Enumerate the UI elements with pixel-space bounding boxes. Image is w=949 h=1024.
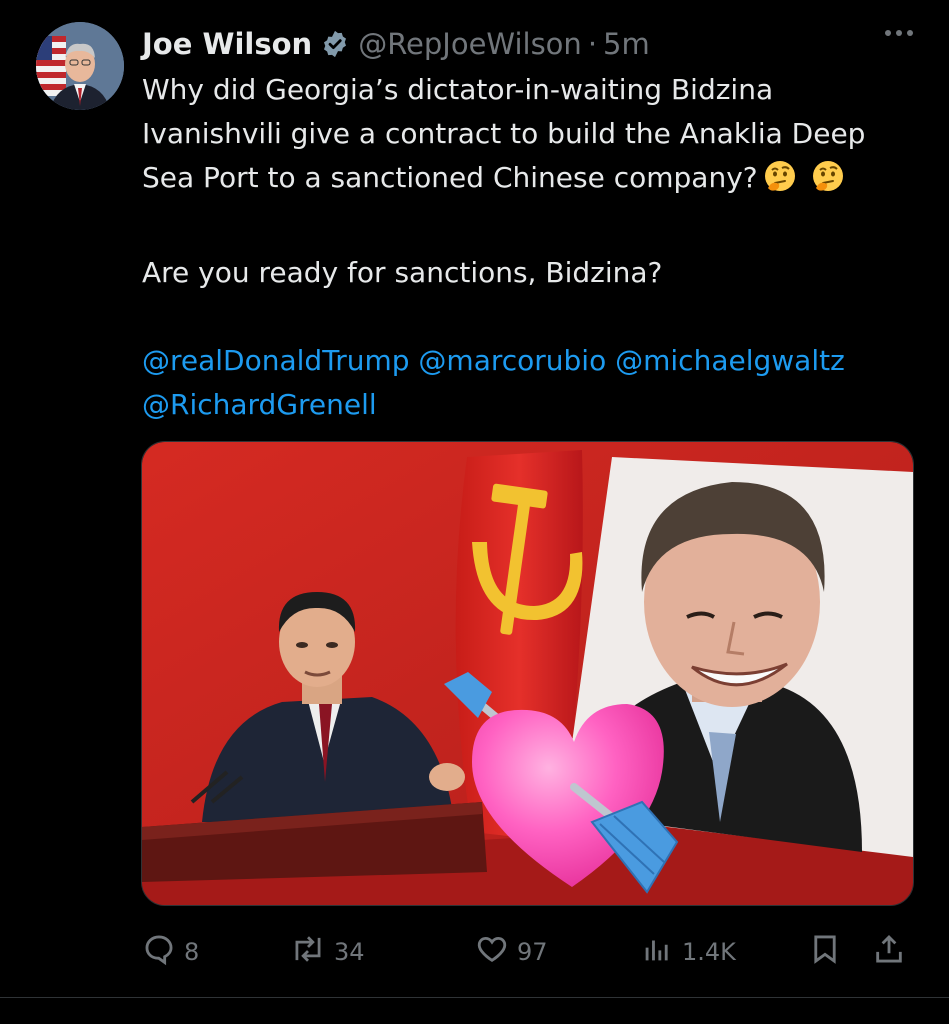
author-handle[interactable]: @RepJoeWilson — [358, 22, 582, 66]
share-button[interactable] — [872, 928, 906, 976]
separator-dot: · — [587, 27, 598, 61]
reply-button[interactable]: 8 — [142, 928, 199, 976]
mention-link[interactable]: @RichardGrenell — [142, 388, 377, 421]
repost-icon — [290, 932, 326, 972]
repost-count: 34 — [334, 938, 365, 966]
thinking-face-icon — [810, 158, 846, 207]
avatar[interactable] — [36, 22, 124, 110]
tweet-paragraph: Why did Georgia’s dictator-in-waiting Bi… — [142, 68, 912, 207]
tweet-paragraph-2: Are you ready for sanctions, Bidzina? — [142, 256, 663, 289]
mention-link[interactable]: @michaelgwaltz — [615, 344, 845, 377]
timestamp[interactable]: 5m — [603, 22, 650, 66]
tweet-media-image[interactable] — [141, 441, 914, 906]
mention-link[interactable]: @marcorubio — [418, 344, 606, 377]
like-count: 97 — [517, 938, 548, 966]
more-options-icon[interactable] — [885, 30, 913, 36]
tweet-header: Joe Wilson @RepJoeWilson · 5m — [142, 22, 650, 66]
repost-button[interactable]: 34 — [290, 928, 365, 976]
tweet-text: Why did Georgia’s dictator-in-waiting Bi… — [142, 68, 912, 427]
share-icon — [872, 932, 906, 972]
tweet[interactable]: Joe Wilson @RepJoeWilson · 5m Why did Ge… — [0, 0, 949, 1024]
analytics-icon — [640, 932, 674, 972]
thinking-face-icon — [762, 158, 798, 207]
mentions: @realDonaldTrump @marcorubio @michaelgwa… — [142, 339, 902, 427]
tweet-line-1: Why did Georgia’s dictator-in-waiting Bi… — [142, 73, 866, 194]
mention-link[interactable]: @realDonaldTrump — [142, 344, 410, 377]
divider — [0, 997, 949, 998]
bookmark-button[interactable] — [808, 928, 842, 976]
like-button[interactable]: 97 — [475, 928, 548, 976]
reply-icon — [142, 932, 176, 972]
heart-icon — [475, 932, 509, 972]
views-button[interactable]: 1.4K — [640, 928, 736, 976]
verified-badge-icon — [320, 29, 350, 59]
views-count: 1.4K — [682, 938, 736, 966]
action-bar: 8 34 97 1.4K — [142, 928, 912, 976]
reply-count: 8 — [184, 938, 200, 966]
bookmark-icon — [808, 932, 842, 972]
author-name[interactable]: Joe Wilson — [142, 22, 312, 66]
